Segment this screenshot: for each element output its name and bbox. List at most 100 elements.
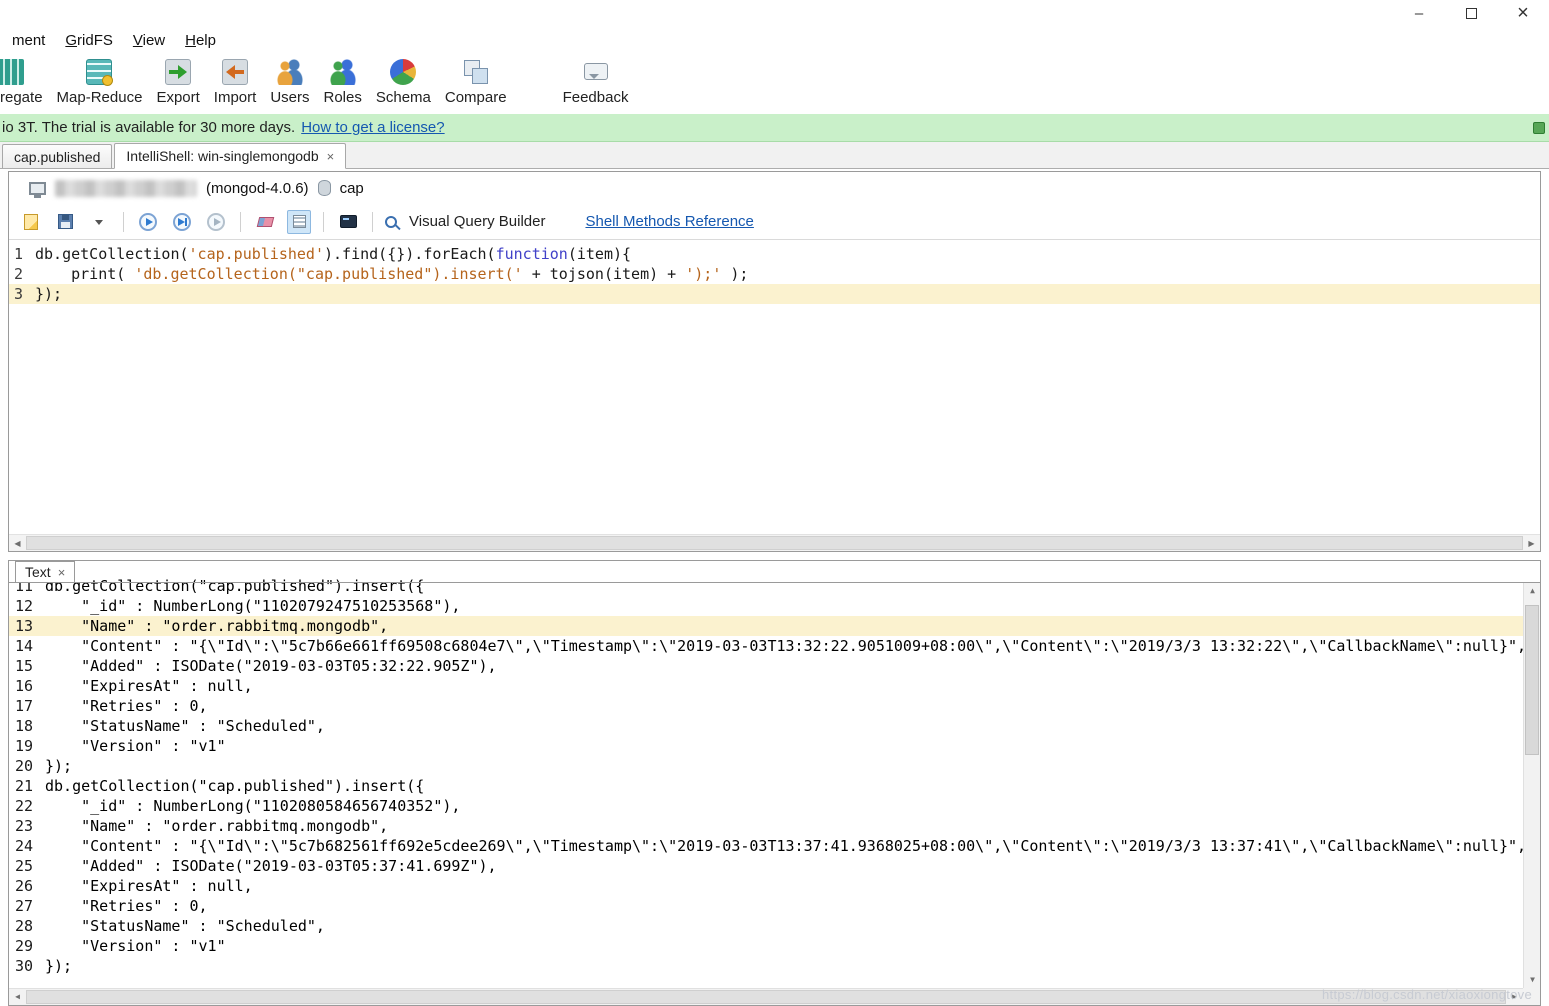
output-line-28: 28 "StatusName" : "Scheduled", <box>9 916 1523 936</box>
trial-banner-text: io 3T. The trial is available for 30 mor… <box>2 119 295 136</box>
database-name: cap <box>340 180 364 197</box>
aggregate-icon <box>0 59 24 85</box>
editor-line-1[interactable]: 1db.getCollection('cap.published').find(… <box>9 244 1540 264</box>
intellishell-panel: (mongod-4.0.6) cap Visual Query Builder … <box>8 171 1541 552</box>
output-line-27: 27 "Retries" : 0, <box>9 896 1523 916</box>
output-line-16: 16 "ExpiresAt" : null, <box>9 676 1523 696</box>
shell-toolbar-icons <box>19 210 360 234</box>
scroll-up-icon[interactable]: ▲ <box>1524 583 1541 599</box>
output-horizontal-scrollbar[interactable]: ◀ ▶ <box>9 988 1523 1005</box>
scrollbar-thumb[interactable] <box>26 536 1523 550</box>
export-icon <box>165 59 191 85</box>
scrollbar-thumb[interactable] <box>26 990 1506 1004</box>
compare-icon <box>463 59 489 85</box>
server-icon <box>29 182 46 195</box>
editor-lines: 1db.getCollection('cap.published').find(… <box>9 244 1540 304</box>
query-builder-icon <box>385 216 397 228</box>
new-script-icon[interactable] <box>19 210 43 234</box>
main-toolbar: regateMap-ReduceExportImportUsersRolesSc… <box>0 54 1549 114</box>
tab-cap-published[interactable]: cap.published <box>2 144 112 168</box>
toggle-result-icon[interactable] <box>287 210 311 234</box>
output-line-29: 29 "Version" : "v1" <box>9 936 1523 956</box>
tab-bar: cap.publishedIntelliShell: win-singlemon… <box>0 142 1549 169</box>
run-all-icon[interactable] <box>136 210 160 234</box>
server-version: (mongod-4.0.6) <box>206 180 309 197</box>
output-tab-close-icon[interactable]: × <box>58 566 66 579</box>
editor-line-3[interactable]: 3}); <box>9 284 1540 304</box>
output-line-18: 18 "StatusName" : "Scheduled", <box>9 716 1523 736</box>
toolbar-button-schema[interactable]: Schema <box>369 57 438 108</box>
save-icon[interactable] <box>53 210 77 234</box>
scrollbar-thumb[interactable] <box>1525 605 1539 755</box>
license-link[interactable]: How to get a license? <box>301 119 444 136</box>
shell-toolbar: Visual Query Builder Shell Methods Refer… <box>9 204 1540 240</box>
shell-editor[interactable]: 1db.getCollection('cap.published').find(… <box>9 240 1540 534</box>
tab-close-icon[interactable]: × <box>327 150 335 163</box>
console-icon[interactable] <box>336 210 360 234</box>
output-text-area[interactable]: 11db.getCollection("cap.published").inse… <box>9 561 1523 988</box>
output-line-24: 24 "Content" : "{\"Id\":\"5c7b682561ff69… <box>9 836 1523 856</box>
menu-item-help[interactable]: Help <box>175 28 226 53</box>
output-panel: Text × 11db.getCollection("cap.published… <box>8 560 1541 1006</box>
roles-icon <box>330 59 356 85</box>
trial-banner: io 3T. The trial is available for 30 mor… <box>0 114 1549 142</box>
minimize-button[interactable]: – <box>1393 0 1445 26</box>
scroll-left-icon[interactable]: ◀ <box>9 989 26 1005</box>
output-line-23: 23 "Name" : "order.rabbitmq.mongodb", <box>9 816 1523 836</box>
import-icon <box>222 59 248 85</box>
output-line-25: 25 "Added" : ISODate("2019-03-03T05:37:4… <box>9 856 1523 876</box>
output-vertical-scrollbar[interactable]: ▲ ▼ <box>1523 583 1540 988</box>
scroll-left-icon[interactable]: ◀ <box>9 535 26 551</box>
menu-item-ment[interactable]: ment <box>2 28 55 53</box>
output-lines: 11db.getCollection("cap.published").inse… <box>9 576 1523 976</box>
toolbar-button-export[interactable]: Export <box>149 57 206 108</box>
panel-splitter[interactable] <box>0 552 1549 560</box>
scroll-right-icon[interactable]: ▶ <box>1523 535 1540 551</box>
toolbar-button-compare[interactable]: Compare <box>438 57 514 108</box>
toolbar-separator <box>323 212 324 232</box>
output-line-22: 22 "_id" : NumberLong("11020805846567403… <box>9 796 1523 816</box>
run-statement-icon[interactable] <box>170 210 194 234</box>
toolbar-separator <box>240 212 241 232</box>
toolbar-button-map-reduce[interactable]: Map-Reduce <box>50 57 150 108</box>
banner-arrow-icon[interactable] <box>1533 122 1545 134</box>
feedback-icon <box>583 59 609 85</box>
output-line-21: 21db.getCollection("cap.published").inse… <box>9 776 1523 796</box>
output-tab-label: Text <box>25 562 51 582</box>
output-line-13: 13 "Name" : "order.rabbitmq.mongodb", <box>9 616 1523 636</box>
schema-icon <box>390 59 416 85</box>
editor-line-2[interactable]: 2 print( 'db.getCollection("cap.publishe… <box>9 264 1540 284</box>
editor-horizontal-scrollbar[interactable]: ◀ ▶ <box>9 534 1540 551</box>
toolbar-button-roles[interactable]: Roles <box>316 57 368 108</box>
users-icon <box>277 59 303 85</box>
output-line-15: 15 "Added" : ISODate("2019-03-03T05:32:2… <box>9 656 1523 676</box>
server-name-redacted <box>55 180 197 197</box>
output-line-17: 17 "Retries" : 0, <box>9 696 1523 716</box>
toolbar-button-users[interactable]: Users <box>263 57 316 108</box>
shell-methods-reference-link[interactable]: Shell Methods Reference <box>585 213 753 230</box>
toolbar-button-aggregate[interactable]: regate <box>0 57 50 108</box>
run-selection-icon[interactable] <box>204 210 228 234</box>
menu-item-view[interactable]: View <box>123 28 175 53</box>
menu-item-gridfs[interactable]: GridFS <box>55 28 123 53</box>
toolbar-button-feedback[interactable]: Feedback <box>556 57 636 108</box>
tab-intellishell-win-singlemongodb[interactable]: IntelliShell: win-singlemongodb× <box>114 143 346 169</box>
save-dropdown-icon[interactable] <box>87 210 111 234</box>
output-line-30: 30}); <box>9 956 1523 976</box>
maximize-button[interactable] <box>1445 0 1497 26</box>
output-line-14: 14 "Content" : "{\"Id\":\"5c7b66e661ff69… <box>9 636 1523 656</box>
output-line-11: 11db.getCollection("cap.published").inse… <box>9 576 1523 596</box>
toolbar-separator <box>372 212 373 232</box>
toolbar-button-import[interactable]: Import <box>207 57 264 108</box>
visual-query-builder-button[interactable]: Visual Query Builder <box>409 213 545 230</box>
maximize-icon <box>1466 8 1477 19</box>
clear-icon[interactable] <box>253 210 277 234</box>
app-window: – × mentGridFSViewHelp regateMap-ReduceE… <box>0 0 1549 1006</box>
output-line-19: 19 "Version" : "v1" <box>9 736 1523 756</box>
close-button[interactable]: × <box>1497 0 1549 26</box>
menu-bar: mentGridFSViewHelp <box>0 26 1549 54</box>
map-reduce-icon <box>86 59 112 85</box>
title-bar: – × <box>0 0 1549 26</box>
connection-row: (mongod-4.0.6) cap <box>9 172 1540 204</box>
output-tab-text[interactable]: Text × <box>15 561 75 583</box>
